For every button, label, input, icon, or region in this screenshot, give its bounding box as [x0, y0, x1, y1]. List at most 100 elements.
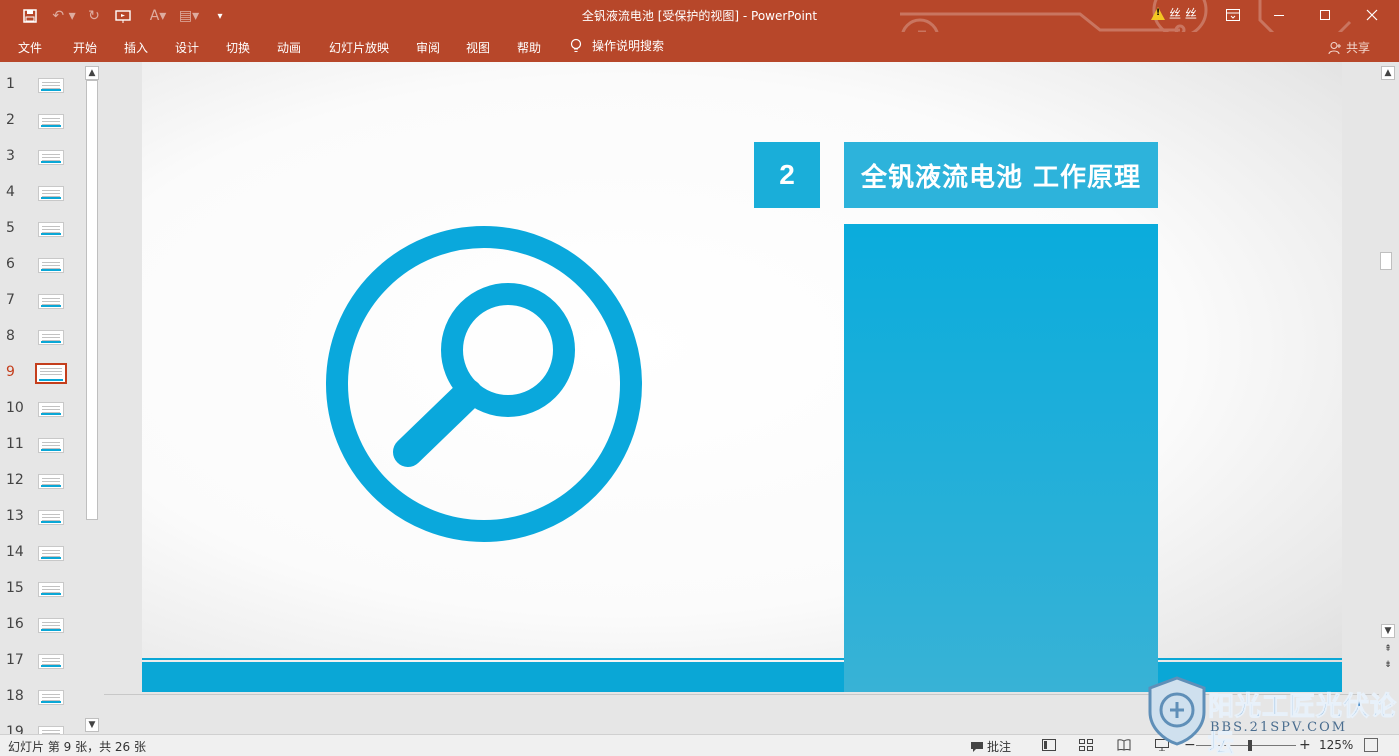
slide-thumbnail-image[interactable] — [38, 222, 64, 237]
slide-thumbnail[interactable]: 11 — [0, 436, 84, 472]
minimize-button[interactable] — [1256, 0, 1302, 30]
close-button[interactable] — [1349, 0, 1395, 30]
share-label: 共享 — [1346, 41, 1371, 55]
share-button[interactable]: 共享 — [1328, 39, 1370, 56]
tab-insert[interactable]: 插入 — [124, 39, 148, 56]
slide-thumbnail[interactable]: 3 — [0, 148, 84, 184]
previous-slide-button[interactable]: ⇞ — [1381, 642, 1395, 656]
maximize-button[interactable] — [1302, 0, 1348, 30]
slide-thumbnail[interactable]: 16 — [0, 616, 84, 652]
slide-thumbnail-number: 13 — [6, 508, 24, 524]
start-slideshow-icon[interactable] — [112, 5, 134, 27]
slide-title-box[interactable]: 全钒液流电池 工作原理 — [844, 142, 1158, 208]
slide-thumbnail[interactable]: 19 — [0, 724, 84, 734]
slide-thumbnail[interactable]: 1 — [0, 76, 84, 112]
zoom-out-button[interactable]: − — [1184, 737, 1196, 753]
slide-thumbnail[interactable]: 14 — [0, 544, 84, 580]
undo-icon[interactable]: ↶ ▾ — [50, 5, 78, 27]
slide-thumbnail[interactable]: 17 — [0, 652, 84, 688]
content-panel[interactable] — [844, 224, 1158, 692]
slide-scroll-up-button[interactable]: ▲ — [1381, 66, 1395, 80]
thumbnail-content-lines — [40, 368, 62, 376]
slide-thumbnail[interactable]: 13 — [0, 508, 84, 544]
tab-file[interactable]: 文件 — [18, 39, 42, 56]
slide-thumbnail-number: 9 — [6, 364, 15, 380]
customize-qat-icon[interactable]: ▾ — [212, 5, 228, 27]
slide-thumbnail-image[interactable] — [38, 114, 64, 129]
slide-thumbnail-number: 15 — [6, 580, 24, 596]
slide-canvas[interactable]: 2 全钒液流电池 工作原理 — [142, 62, 1342, 692]
slide-thumbnail-image[interactable] — [38, 330, 64, 345]
thumbnail-accent-bar — [41, 341, 61, 343]
slideshow-view-icon[interactable] — [1154, 738, 1170, 752]
tab-view[interactable]: 视图 — [466, 39, 490, 56]
thumbnail-accent-bar — [41, 89, 61, 91]
slide-thumbnail-image[interactable] — [38, 582, 64, 597]
slide-thumbnail[interactable]: 8 — [0, 328, 84, 364]
save-icon[interactable] — [20, 5, 40, 27]
slide-bottom-band — [142, 662, 1342, 692]
tab-design[interactable]: 设计 — [175, 39, 199, 56]
comments-button[interactable]: 批注 — [970, 738, 1011, 755]
slide-thumbnail-image[interactable] — [38, 150, 64, 165]
slide-thumbnail-image[interactable] — [35, 363, 67, 384]
thumbnail-accent-bar — [41, 593, 61, 595]
slide-thumbnail-image[interactable] — [38, 510, 64, 525]
slide-thumbnail-image[interactable] — [38, 654, 64, 669]
slide-thumbnail-image[interactable] — [38, 402, 64, 417]
slide-thumbnail[interactable]: 5 — [0, 220, 84, 256]
slide-thumbnail-image[interactable] — [38, 618, 64, 633]
slide-thumbnail[interactable]: 6 — [0, 256, 84, 292]
next-slide-button[interactable]: ⇟ — [1381, 658, 1395, 672]
slide-thumbnail-image[interactable] — [38, 726, 64, 734]
slide-thumbnail[interactable]: 12 — [0, 472, 84, 508]
tab-animations[interactable]: 动画 — [277, 39, 301, 56]
font-color-icon[interactable]: A ▾ — [144, 5, 172, 27]
fit-to-window-icon[interactable] — [1364, 738, 1378, 752]
slide-thumbnail[interactable]: 9 — [0, 363, 84, 400]
tab-transitions[interactable]: 切换 — [226, 39, 250, 56]
zoom-slider[interactable] — [1196, 745, 1296, 746]
slide-thumbnail-image[interactable] — [38, 294, 64, 309]
slide-thumbnail[interactable]: 7 — [0, 292, 84, 328]
slide-thumbnail[interactable]: 4 — [0, 184, 84, 220]
slide-scrollbar-thumb[interactable] — [1380, 252, 1392, 270]
tab-help[interactable]: 帮助 — [517, 39, 541, 56]
thumbnail-scrollbar-thumb[interactable] — [86, 80, 98, 520]
slide-thumbnail[interactable]: 10 — [0, 400, 84, 436]
slide-thumbnail[interactable]: 2 — [0, 112, 84, 148]
slide-thumbnail[interactable]: 18 — [0, 688, 84, 724]
thumbnail-scroll-up-button[interactable]: ▲ — [85, 66, 99, 80]
tell-me-search[interactable]: 操作说明搜索 — [570, 37, 664, 54]
ribbon-display-options-button[interactable] — [1210, 0, 1256, 30]
normal-view-icon[interactable] — [1041, 738, 1057, 752]
slide-thumbnail-number: 16 — [6, 616, 24, 632]
slide-sorter-view-icon[interactable] — [1078, 738, 1094, 752]
slide-thumbnail-image[interactable] — [38, 78, 64, 93]
zoom-slider-thumb[interactable] — [1248, 740, 1252, 751]
slide-thumbnail-image[interactable] — [38, 546, 64, 561]
account-warning[interactable]: 丝 丝 — [1151, 5, 1197, 22]
slide-thumbnail-image[interactable] — [38, 438, 64, 453]
slide-thumbnail-image[interactable] — [38, 690, 64, 705]
redo-icon[interactable]: ↻ — [84, 5, 104, 27]
slide-thumbnail-image[interactable] — [38, 186, 64, 201]
thumbnail-accent-bar — [41, 125, 61, 127]
notes-separator[interactable] — [104, 694, 1379, 695]
layout-icon[interactable]: ▤▾ — [174, 5, 204, 27]
slide-thumbnail-number: 11 — [6, 436, 24, 452]
tab-review[interactable]: 审阅 — [416, 39, 440, 56]
tab-slideshow[interactable]: 幻灯片放映 — [329, 39, 389, 56]
thumbnail-scroll-down-button[interactable]: ▼ — [85, 718, 99, 732]
slide-thumbnail[interactable]: 15 — [0, 580, 84, 616]
slide-scroll-down-button[interactable]: ▼ — [1381, 624, 1395, 638]
slide-thumbnail-image[interactable] — [38, 258, 64, 273]
warning-icon — [1151, 7, 1165, 20]
section-number-box[interactable]: 2 — [754, 142, 820, 208]
zoom-level[interactable]: 125% — [1319, 738, 1353, 752]
tab-home[interactable]: 开始 — [73, 39, 97, 56]
magnifier-icon[interactable] — [322, 222, 646, 546]
reading-view-icon[interactable] — [1116, 738, 1132, 752]
zoom-in-button[interactable]: + — [1299, 737, 1311, 753]
slide-thumbnail-image[interactable] — [38, 474, 64, 489]
